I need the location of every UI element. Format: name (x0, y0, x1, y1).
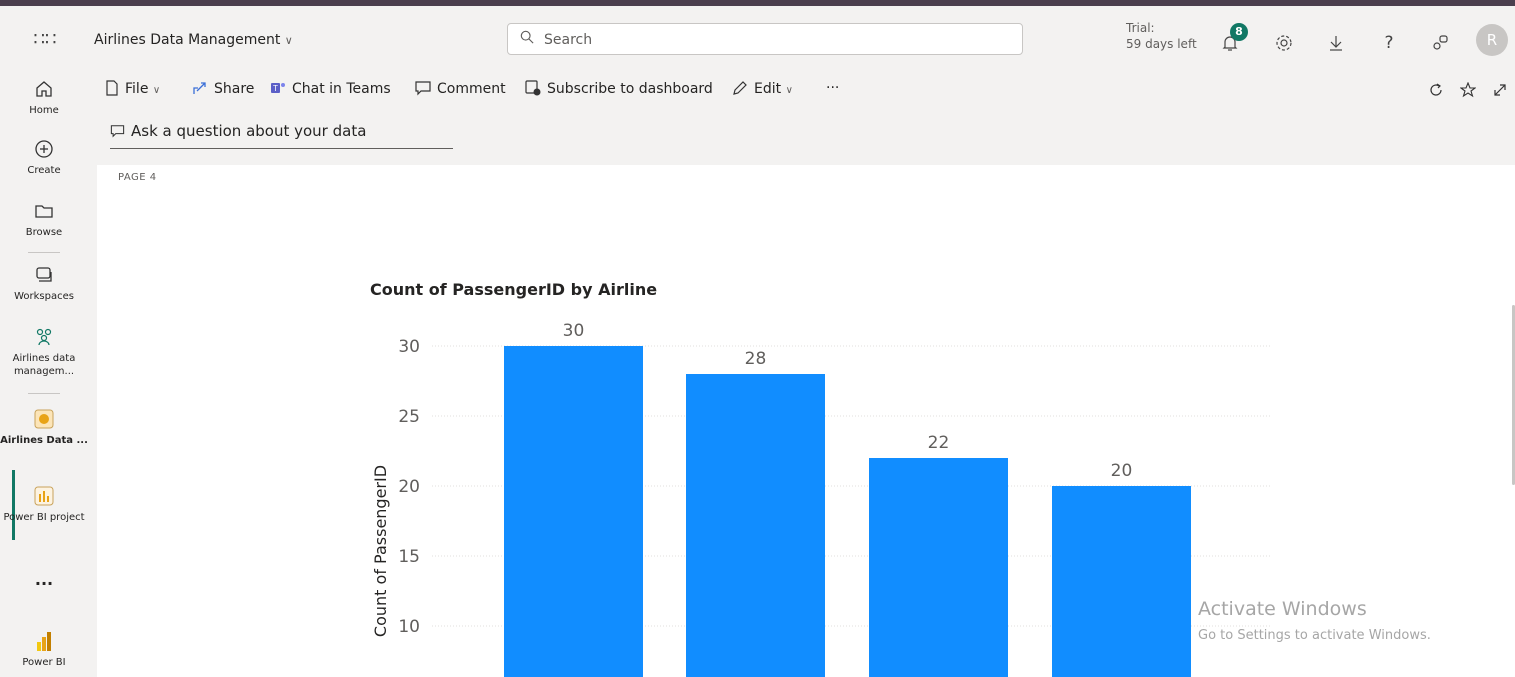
comment-button[interactable]: Comment (415, 80, 506, 97)
workspaces-icon (36, 267, 52, 282)
qna-placeholder: Ask a question about your data (131, 122, 367, 140)
bar (869, 458, 1008, 677)
chat-in-teams-button[interactable]: T Chat in Teams (270, 80, 391, 97)
nav-item-browse[interactable]: Browse (0, 200, 88, 239)
chat-label: Chat in Teams (292, 81, 391, 97)
data-label: 28 (745, 349, 767, 369)
share-button[interactable]: Share (192, 80, 254, 97)
data-label: 22 (928, 433, 950, 453)
bar (686, 374, 825, 677)
nav-divider (28, 393, 60, 394)
y-tick-label: 25 (398, 407, 420, 427)
folder-icon (35, 205, 53, 218)
app-launcher-icon[interactable]: ∷∷ (33, 28, 57, 52)
nav-item-home[interactable]: Home (0, 78, 88, 117)
y-tick-label: 15 (398, 547, 420, 567)
report-icon (34, 486, 54, 506)
nav-item-label: Workspaces (14, 291, 74, 302)
teams-icon: T (271, 83, 285, 93)
more-label: ··· (826, 80, 840, 96)
refresh-icon[interactable] (1428, 82, 1444, 98)
activate-windows-subtitle: Go to Settings to activate Windows. (1198, 628, 1431, 643)
nav-item-airlines-data-management[interactable]: Airlines data managem... (0, 326, 88, 378)
nav-item-label: Airlines data managem... (12, 353, 76, 377)
app-title-text: Airlines Data Management (94, 32, 281, 48)
comment-label: Comment (437, 81, 506, 97)
nav-item-label: ... (34, 570, 54, 589)
nav-item-label: Browse (25, 227, 63, 238)
subscribe-icon (525, 80, 541, 96)
file-label: File (125, 81, 149, 97)
home-icon (36, 81, 52, 97)
svg-text:T: T (273, 84, 278, 93)
data-label: 30 (563, 321, 585, 341)
nav-item-power-bi-project[interactable]: Power BI project (0, 485, 88, 524)
gear-icon[interactable] (1274, 33, 1294, 53)
file-menu[interactable]: File ∨ (105, 80, 160, 97)
y-tick-label: 30 (398, 337, 420, 357)
share-icon (193, 82, 206, 94)
subscribe-button[interactable]: Subscribe to dashboard (525, 80, 713, 97)
nav-item-label: Power BI (22, 657, 66, 668)
more-options-button[interactable]: ··· (826, 80, 839, 96)
more-icon[interactable]: ... (0, 570, 88, 589)
trial-label: Trial: (1126, 21, 1155, 35)
powerbi-logo (37, 632, 51, 651)
pencil-icon (733, 81, 747, 95)
download-icon[interactable] (1326, 33, 1346, 53)
top-bar: ∷∷ Airlines Data Management ∨ Search Tri… (0, 6, 1515, 68)
app-title[interactable]: Airlines Data Management ∨ (94, 32, 293, 48)
bar (1052, 486, 1191, 677)
search-placeholder: Search (544, 32, 593, 48)
edit-label: Edit (754, 81, 782, 97)
y-tick-label: 20 (398, 477, 420, 497)
nav-item-airlines-dashboard[interactable]: Airlines Data ... (0, 408, 88, 447)
y-tick-label: 10 (398, 617, 420, 637)
share-feedback-icon[interactable] (1430, 33, 1450, 53)
comment-icon (415, 81, 431, 96)
nav-item-power-bi[interactable]: Power BI (0, 630, 88, 669)
nav-item-label: Airlines Data ... (0, 435, 88, 446)
search-icon (520, 30, 534, 44)
nav-item-create[interactable]: Create (0, 138, 88, 177)
left-navigation: Home Create Browse Workspaces Airlines d… (0, 68, 88, 677)
dashboard-icon (34, 409, 54, 429)
chevron-down-icon: ∨ (284, 34, 293, 47)
expand-icon[interactable] (1492, 82, 1508, 98)
avatar[interactable]: R (1476, 24, 1508, 56)
y-axis-label: Count of PassengerID (371, 465, 390, 637)
nav-item-workspaces[interactable]: Workspaces (0, 264, 88, 303)
nav-item-label: Power BI project (3, 512, 85, 523)
chevron-down-icon: ∨ (152, 85, 161, 96)
command-bar: File ∨ Share T Chat in Teams Comment Subs… (88, 68, 1515, 110)
data-label: 20 (1111, 461, 1133, 481)
share-label: Share (214, 81, 255, 97)
qna-input[interactable]: Ask a question about your data (110, 122, 453, 149)
report-canvas: PAGE 4 Count of PassengerID by Airline 10… (97, 165, 1515, 677)
chart-title: Count of PassengerID by Airline (370, 280, 657, 299)
people-group-icon (36, 328, 52, 346)
chevron-down-icon: ∨ (785, 85, 793, 96)
nav-item-label: Create (27, 165, 61, 176)
search-box[interactable]: Search (507, 23, 1023, 55)
trial-status[interactable]: Trial: 59 days left (1126, 20, 1197, 52)
notification-badge: 8 (1230, 23, 1248, 41)
comment-icon (110, 125, 125, 138)
edit-menu[interactable]: Edit ∨ (732, 80, 793, 97)
help-icon[interactable]: ? (1379, 33, 1399, 53)
file-icon (106, 80, 118, 96)
activate-windows-title: Activate Windows (1198, 598, 1367, 620)
subscribe-label: Subscribe to dashboard (547, 81, 713, 97)
nav-divider (28, 252, 60, 253)
star-icon[interactable] (1460, 82, 1476, 98)
bar (504, 346, 643, 677)
plus-circle-icon (35, 140, 53, 158)
nav-item-label: Home (29, 105, 59, 116)
trial-days-left: 59 days left (1126, 37, 1197, 51)
